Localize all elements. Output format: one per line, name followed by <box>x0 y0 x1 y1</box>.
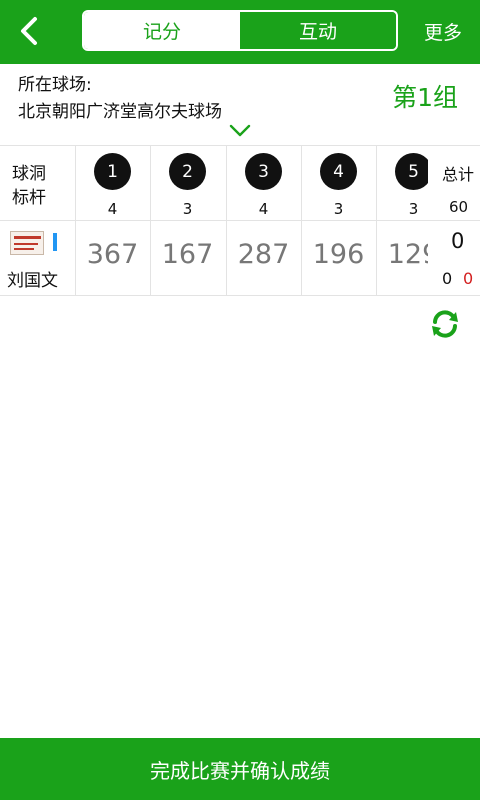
refresh-icon[interactable] <box>427 306 463 342</box>
clip-column: 129 <box>376 145 428 295</box>
scorecard-grid: 球洞 标杆 1 4 2 3 3 4 4 3 5 3 总计 60 刘国文 367 … <box>0 145 480 296</box>
back-button[interactable] <box>14 14 48 48</box>
hole-column: 2 3 <box>150 145 225 220</box>
hole-number-badge[interactable]: 1 <box>94 153 131 190</box>
hole-distance-cell[interactable]: 287 <box>226 239 301 270</box>
more-button[interactable]: 更多 <box>424 18 462 45</box>
course-name: 北京朝阳广济堂高尔夫球场 <box>18 102 222 122</box>
hole-distance-cell[interactable]: 167 <box>150 239 225 270</box>
hole-column: 3 4 <box>226 145 301 220</box>
segment-control: 记分 互动 <box>82 10 398 51</box>
top-bar: 记分 互动 更多 <box>0 0 480 64</box>
hole-par: 4 <box>258 200 269 218</box>
hole-number-badge[interactable]: 3 <box>245 153 282 190</box>
hole-par: 3 <box>182 200 193 218</box>
hole-number-badge[interactable]: 2 <box>169 153 206 190</box>
hole-column: 1 4 <box>75 145 150 220</box>
par-row-label: 标杆 <box>12 188 46 208</box>
hole-par: 4 <box>107 200 118 218</box>
hole-row-label: 球洞 <box>12 164 46 184</box>
total-stat-a: 0 <box>442 269 453 288</box>
hole-column: 4 3 <box>301 145 376 220</box>
chevron-left-icon <box>21 17 37 45</box>
tab-scoring[interactable]: 记分 <box>84 12 240 49</box>
hole-number-badge[interactable]: 4 <box>320 153 357 190</box>
tee-color-marker <box>53 233 57 251</box>
player-name[interactable]: 刘国文 <box>7 266 58 291</box>
chevron-down-icon[interactable] <box>229 124 251 138</box>
group-label: 第1组 <box>392 83 458 112</box>
hole-distance-cell[interactable]: 367 <box>75 239 150 270</box>
hole-distance-cell[interactable]: 129 <box>376 239 428 270</box>
player-avatar <box>10 231 44 255</box>
grid-line <box>0 295 480 296</box>
course-label: 所在球场: <box>18 75 92 95</box>
tab-interaction[interactable]: 互动 <box>240 12 396 49</box>
total-score: 0 <box>451 229 465 253</box>
confirm-finish-button[interactable]: 完成比赛并确认成绩 <box>0 738 480 800</box>
hole-par: 3 <box>333 200 344 218</box>
total-label: 总计 <box>442 165 475 184</box>
total-stat-b: 0 <box>463 269 474 288</box>
hole-distance-cell[interactable]: 196 <box>301 239 376 270</box>
total-par: 60 <box>449 198 469 216</box>
